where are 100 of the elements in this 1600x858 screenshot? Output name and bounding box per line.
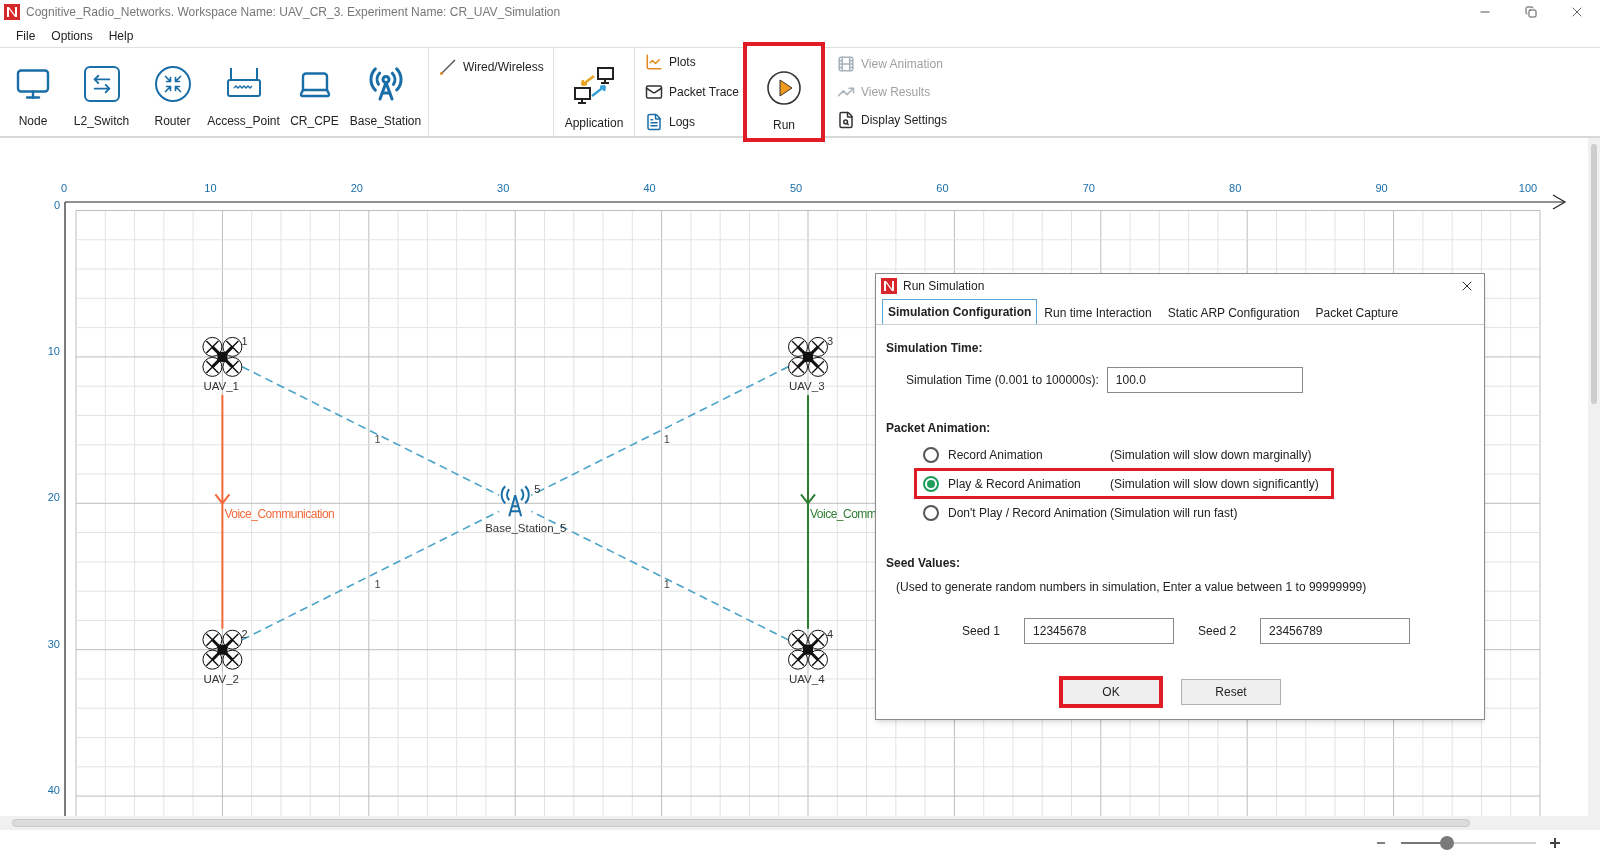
radio-tower-icon[interactable] bbox=[500, 485, 530, 518]
film-icon bbox=[837, 55, 855, 73]
device-tool[interactable]: Node bbox=[0, 48, 66, 138]
output-tool[interactable]: Logs bbox=[645, 111, 743, 133]
switch-icon bbox=[83, 66, 120, 102]
option-label: Record Animation bbox=[948, 446, 1044, 464]
drone-drawing[interactable] bbox=[202, 629, 243, 670]
flow-label: Voice_Comm bbox=[810, 507, 877, 522]
dialog-tab[interactable]: Run time Interaction bbox=[1039, 301, 1157, 324]
router-icon bbox=[154, 66, 191, 102]
simulation-time-field[interactable]: 100.0 bbox=[1106, 367, 1303, 393]
tick-label: 0 bbox=[53, 198, 60, 211]
node-label: UAV_1 bbox=[203, 379, 239, 392]
tick-label: 30 bbox=[497, 182, 510, 194]
option-note: (Simulation will run fast) bbox=[1110, 504, 1238, 522]
tick-label: 0 bbox=[60, 182, 68, 194]
view-tool[interactable]: Display Settings bbox=[837, 109, 948, 131]
horizontal-scrollbar[interactable] bbox=[0, 816, 1600, 830]
radio-option[interactable]: Don't Play / Record Animation (Simulation will run fast) bbox=[914, 499, 1334, 526]
section-heading: Simulation Time: bbox=[886, 340, 984, 357]
radio-option[interactable]: Record Animation (Simulation will slow down marginally) bbox=[914, 441, 1334, 468]
output-tool[interactable]: Plots bbox=[645, 51, 743, 73]
node-id: 3 bbox=[827, 334, 834, 347]
tick-label: 80 bbox=[1229, 182, 1242, 194]
tick-label: 10 bbox=[204, 182, 217, 194]
dialog-tab[interactable]: Simulation Configuration bbox=[882, 299, 1038, 324]
menu-item[interactable]: Help bbox=[102, 24, 140, 47]
field-label: Seed 1 bbox=[962, 623, 1001, 640]
tick-label: 20 bbox=[47, 491, 60, 504]
node-id: 4 bbox=[827, 627, 834, 640]
field-label: Seed 2 bbox=[1198, 623, 1237, 640]
tick-label: 70 bbox=[1082, 182, 1095, 194]
link-label: 1 bbox=[663, 577, 670, 590]
link-line-icon bbox=[439, 58, 457, 76]
tick-label: 60 bbox=[936, 182, 949, 194]
radio-option[interactable]: Play & Record Animation (Simulation will slow down significantly) bbox=[914, 468, 1334, 499]
menu-item[interactable]: Options bbox=[45, 24, 99, 47]
chart-icon bbox=[645, 53, 663, 71]
dialog-tab[interactable]: Packet Capture bbox=[1310, 301, 1404, 324]
option-label: Don't Play / Record Animation bbox=[948, 504, 1109, 522]
device-tool[interactable]: Base_Station bbox=[350, 48, 421, 138]
dialog-tab[interactable]: Static ARP Configuration bbox=[1162, 301, 1305, 324]
application-tool[interactable]: Application bbox=[554, 48, 634, 138]
link-label: 1 bbox=[374, 577, 381, 590]
zoom-slider[interactable] bbox=[1401, 836, 1536, 850]
option-note: (Simulation will slow down significantly) bbox=[1110, 475, 1319, 493]
section-heading: Packet Animation: bbox=[886, 420, 992, 437]
tick-label: 100 bbox=[1518, 182, 1538, 194]
seed-field[interactable]: 23456789 bbox=[1260, 618, 1411, 644]
device-tool[interactable]: CR_CPE bbox=[279, 48, 350, 138]
option-note: (Simulation will slow down marginally) bbox=[1110, 446, 1312, 464]
node-id: 5 bbox=[534, 483, 541, 496]
restore-icon bbox=[1525, 6, 1537, 18]
dialog-button[interactable]: OK bbox=[1059, 676, 1163, 708]
document-search-icon bbox=[837, 111, 855, 129]
tick-label: 30 bbox=[47, 637, 60, 650]
play-icon bbox=[766, 70, 802, 106]
seed-field[interactable]: 12345678 bbox=[1024, 618, 1175, 644]
tick-label: 40 bbox=[47, 784, 60, 797]
tick-label: 20 bbox=[350, 182, 363, 194]
zoom-thumb[interactable] bbox=[1439, 836, 1454, 850]
section-heading: Seed Values: bbox=[886, 555, 962, 572]
device-tool[interactable]: Router bbox=[137, 48, 208, 138]
tick-label: 90 bbox=[1375, 182, 1388, 194]
menu-item[interactable]: File bbox=[10, 24, 42, 47]
drone-drawing[interactable] bbox=[788, 336, 828, 377]
radio-tower-icon bbox=[367, 66, 404, 102]
device-tool[interactable]: L2_Switch bbox=[66, 48, 137, 138]
device-tool[interactable]: Access_Point bbox=[208, 48, 279, 138]
radio-button[interactable] bbox=[923, 504, 939, 521]
field-label: Simulation Time (0.001 to 100000s): bbox=[906, 372, 1099, 389]
envelope-icon bbox=[645, 83, 663, 101]
radio-button[interactable] bbox=[923, 446, 939, 463]
tick-label: 50 bbox=[789, 182, 803, 194]
app-logo-icon bbox=[881, 278, 897, 294]
node-id: 2 bbox=[241, 627, 248, 640]
dialog-button[interactable]: Reset bbox=[1181, 679, 1281, 705]
node-label: UAV_4 bbox=[789, 672, 825, 685]
document-icon bbox=[645, 113, 663, 131]
link-label: 1 bbox=[663, 433, 670, 445]
app-logo-icon bbox=[4, 4, 20, 20]
zoom-in-icon[interactable] bbox=[1550, 838, 1560, 848]
tick-label: 10 bbox=[47, 344, 60, 357]
output-tool[interactable]: Packet Trace bbox=[645, 81, 743, 103]
drone-drawing[interactable] bbox=[202, 336, 243, 377]
window-title: Cognitive_Radio_Networks. Workspace Name: UAV_CR_3. Experiment Name: CR_UAV_Simulation bbox=[26, 4, 561, 21]
node-label: UAV_3 bbox=[789, 379, 825, 392]
run-button[interactable]: Run bbox=[743, 42, 825, 142]
wired-wireless-tool[interactable]: Wired/Wireless bbox=[429, 52, 553, 82]
seed-note: (Used to generate random numbers in simulation, Enter a value between 1 to 99999999) bbox=[895, 579, 1368, 596]
radio-button[interactable] bbox=[923, 475, 939, 492]
node-id: 1 bbox=[241, 334, 248, 347]
tick-label: 40 bbox=[643, 182, 656, 194]
node-label: Base_Station_5 bbox=[485, 522, 567, 535]
dialog-title: Run Simulation bbox=[903, 278, 986, 295]
vertical-scrollbar[interactable] bbox=[1588, 138, 1600, 816]
flow-label: Voice_Communication bbox=[224, 507, 335, 522]
link-label: 1 bbox=[374, 433, 381, 445]
option-label: Play & Record Animation bbox=[948, 475, 1082, 493]
drone-drawing[interactable] bbox=[788, 629, 828, 670]
